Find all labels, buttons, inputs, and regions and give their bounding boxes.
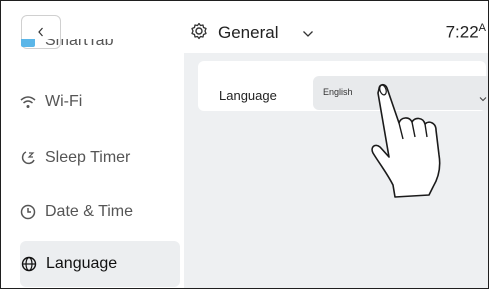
sleep-timer-icon	[19, 149, 37, 167]
clock-time-value: 7:22	[445, 22, 479, 42]
clock-time: 7:22A	[446, 22, 486, 43]
pointing-hand-icon	[371, 83, 441, 198]
chevron-down-icon	[479, 89, 487, 107]
wifi-icon	[19, 93, 37, 111]
sidebar-item-label: SmartTab	[45, 39, 114, 49]
sidebar-item-label: Wi-Fi	[45, 93, 83, 110]
smarttab-icon	[19, 39, 37, 50]
app-frame: SmartTab Wi-Fi Sleep Timer Date & Time L…	[0, 0, 489, 289]
clock-time-suffix: A	[478, 22, 486, 34]
language-setting-label: Language	[219, 88, 277, 103]
sidebar-item-language[interactable]: Language	[20, 241, 180, 287]
sidebar-item-label: Date & Time	[45, 203, 134, 220]
sidebar-item-smarttab[interactable]: SmartTab	[19, 39, 179, 63]
chevron-down-icon[interactable]	[302, 25, 314, 43]
page-title[interactable]: General	[218, 23, 278, 43]
sidebar-item-wifi[interactable]: Wi-Fi	[19, 79, 179, 125]
chevron-left-icon	[38, 27, 43, 37]
globe-icon	[20, 255, 38, 273]
clock-icon	[19, 203, 37, 221]
language-select-value: English	[323, 87, 353, 97]
sidebar: SmartTab Wi-Fi Sleep Timer Date & Time L…	[2, 1, 184, 288]
sidebar-item-label: Language	[46, 255, 118, 272]
header: General 7:22A	[184, 1, 488, 53]
sidebar-item-sleep-timer[interactable]: Sleep Timer	[19, 135, 179, 181]
gear-icon	[190, 22, 208, 45]
sidebar-item-date-time[interactable]: Date & Time	[19, 189, 179, 235]
sidebar-item-label: Sleep Timer	[45, 149, 131, 166]
